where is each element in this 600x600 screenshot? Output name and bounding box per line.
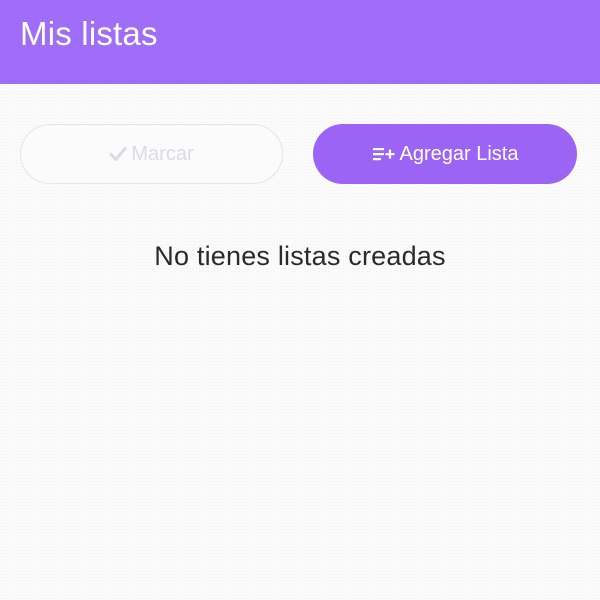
add-list-button-label: Agregar Lista — [399, 142, 519, 165]
mark-button[interactable]: Marcar — [20, 124, 283, 184]
empty-state-message: No tienes listas creadas — [154, 241, 446, 271]
add-list-button[interactable]: Agregar Lista — [313, 124, 577, 184]
app-screen: Mis listas Marcar Agregar Lista No tiene… — [0, 0, 600, 600]
app-header: Mis listas — [0, 0, 600, 84]
page-title: Mis listas — [20, 15, 158, 52]
check-icon — [109, 145, 127, 163]
mark-button-label: Marcar — [131, 142, 194, 165]
playlist-add-icon — [372, 145, 396, 163]
